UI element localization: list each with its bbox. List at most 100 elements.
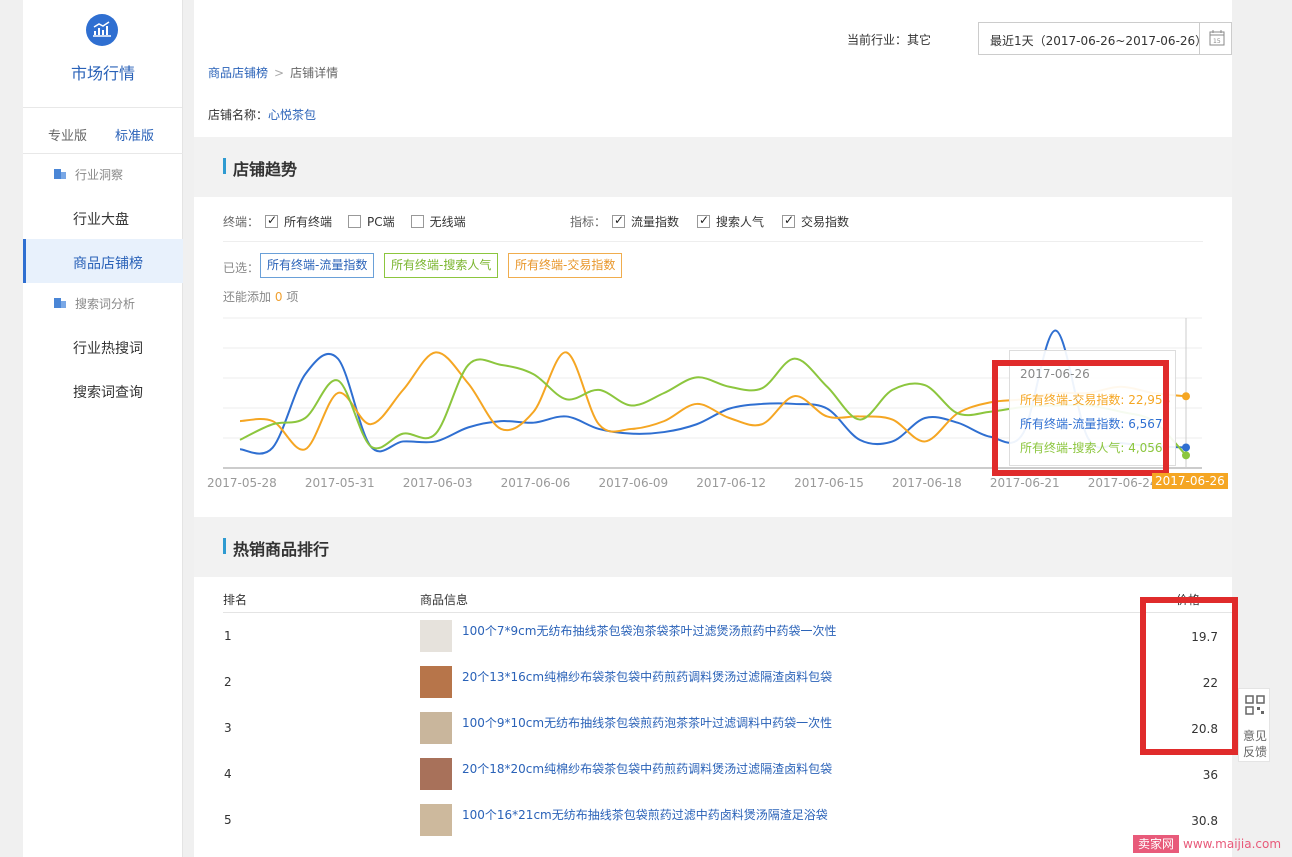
product-thumbnail[interactable] <box>420 804 452 836</box>
version-pro-tab[interactable]: 专业版 <box>48 125 87 144</box>
row-rank: 5 <box>224 813 232 827</box>
checkbox-pc[interactable] <box>348 215 362 228</box>
checkbox-mobile[interactable] <box>410 215 424 228</box>
highlight-box-tooltip <box>992 360 1169 476</box>
x-tick-label: 2017-06-09 <box>598 476 669 490</box>
selected-tag-trade[interactable]: 所有终端-交易指数 <box>508 253 623 278</box>
x-tick-label: 2017-06-06 <box>500 476 571 490</box>
sidebar-title: 市场行情 <box>70 64 135 83</box>
product-title-link[interactable]: 20个18*20cm纯棉纱布袋茶包袋中药煎药调料煲汤过滤隔渣卤料包袋 <box>462 760 832 777</box>
checkbox-traffic-index[interactable] <box>612 213 626 228</box>
feedback-line1: 意见 <box>1242 729 1267 743</box>
row-rank: 3 <box>224 721 232 735</box>
shop-name-label: 店铺名称： <box>208 108 269 122</box>
sidebar-logo-area: 市场行情 <box>23 0 182 108</box>
watermark-url: www.maijia.com <box>1183 837 1282 851</box>
checkbox-search-popularity[interactable] <box>697 213 711 228</box>
menu-group-search: 搜索词分析 <box>23 283 183 323</box>
x-tick-label: 2017-06-21 <box>989 476 1060 490</box>
trend-section-header: 店铺趋势 <box>194 137 1232 197</box>
date-range-picker[interactable]: 最近1天（2017-06-26~2017-06-26） 15 <box>978 22 1232 55</box>
menu-group-label: 搜索词分析 <box>75 297 136 311</box>
sidebar-item-label: 商品店铺榜 <box>73 256 143 272</box>
selected-tag-search[interactable]: 所有终端-搜索人气 <box>384 253 499 278</box>
product-thumbnail[interactable] <box>420 712 452 744</box>
metric-option-label: 搜索人气 <box>716 215 765 229</box>
checkbox-trade-index[interactable] <box>782 213 796 228</box>
date-range-text: 最近1天（2017-06-26~2017-06-26） <box>990 34 1208 48</box>
menu-group-label: 行业洞察 <box>75 168 124 182</box>
current-industry: 当前行业：其它 <box>847 33 932 47</box>
market-chart-icon <box>86 14 118 46</box>
sidebar-item-search-query[interactable]: 搜索词查询 <box>23 368 183 412</box>
breadcrumb: 商品店铺榜 > 店铺详情 <box>208 64 338 81</box>
x-tick-label: 2017-06-18 <box>892 476 962 490</box>
highlight-box-price <box>1140 597 1238 755</box>
metric-filter-label: 指标： <box>570 215 607 229</box>
sidebar-item-label: 行业热搜词 <box>73 341 143 357</box>
building-icon <box>54 169 66 179</box>
main-panel: 当前行业：其它 最近1天（2017-06-26~2017-06-26） 15 商… <box>194 0 1238 857</box>
series-end-point[interactable] <box>1182 392 1190 401</box>
sidebar-item-label: 行业大盘 <box>73 212 129 228</box>
selected-label: 已选： <box>223 261 260 275</box>
selected-tag-traffic[interactable]: 所有终端-流量指数 <box>260 253 375 278</box>
sidebar-item-label: 搜索词查询 <box>73 385 143 401</box>
x-tick-label: 2017-06-12 <box>696 476 767 490</box>
metric-filter: 指标： 流量指数 搜索人气 交易指数 <box>570 213 849 231</box>
version-standard-tab[interactable]: 标准版 <box>115 125 154 144</box>
col-header-product: 商品信息 <box>420 593 469 607</box>
product-thumbnail[interactable] <box>420 666 452 698</box>
terminal-option-label: 无线端 <box>429 215 466 229</box>
product-price: 36 <box>1202 768 1218 782</box>
shop-name-row: 店铺名称：心悦茶包 <box>208 106 316 123</box>
series-end-point[interactable] <box>1182 451 1190 460</box>
ranking-section-title: 热销商品排行 <box>233 540 330 559</box>
building-icon <box>54 298 66 308</box>
calendar-icon[interactable]: 15 <box>1199 23 1232 54</box>
sidebar-item-industry-overview[interactable]: 行业大盘 <box>23 195 183 239</box>
metric-option-label: 流量指数 <box>631 215 680 229</box>
breadcrumb-separator: > <box>274 66 285 80</box>
sidebar: 市场行情 专业版 标准版 行业洞察 行业大盘 商品店铺榜 搜索词分析 行业热搜词… <box>23 0 183 857</box>
metric-option-label: 交易指数 <box>801 215 850 229</box>
x-tick-label: 2017-05-31 <box>304 476 375 490</box>
series-end-point[interactable] <box>1182 443 1190 452</box>
shop-name-link[interactable]: 心悦茶包 <box>268 108 316 122</box>
trend-section-title: 店铺趋势 <box>233 160 298 179</box>
watermark-brand: 卖家网 <box>1133 835 1180 853</box>
product-title-link[interactable]: 100个9*10cm无纺布抽线茶包袋煎药泡茶茶叶过滤调料中药袋一次性 <box>462 714 832 731</box>
product-title-link[interactable]: 20个13*16cm纯棉纱布袋茶包袋中药煎药调料煲汤过滤隔渣卤料包袋 <box>462 668 832 685</box>
product-title-link[interactable]: 100个7*9cm无纺布抽线茶包袋泡茶袋茶叶过滤煲汤煎药中药袋一次性 <box>462 622 836 639</box>
terminal-filter: 终端： 所有终端 PC端 无线端 <box>223 213 466 231</box>
row-rank: 2 <box>224 675 232 689</box>
sidebar-item-hot-search[interactable]: 行业热搜词 <box>23 324 183 368</box>
terminal-filter-label: 终端： <box>223 215 260 229</box>
product-title-link[interactable]: 100个16*21cm无纺布抽线茶包袋煎药过滤中药卤料煲汤隔渣足浴袋 <box>462 806 828 823</box>
row-rank: 4 <box>224 767 232 781</box>
terminal-option-label: 所有终端 <box>284 215 333 229</box>
feedback-widget[interactable]: 意见 反馈 <box>1238 688 1270 762</box>
row-rank: 1 <box>224 629 232 643</box>
breadcrumb-parent-link[interactable]: 商品店铺榜 <box>208 66 268 80</box>
checkbox-all-terminals[interactable] <box>265 213 279 228</box>
qr-code-icon <box>1245 695 1265 715</box>
version-switch: 专业版 标准版 <box>23 108 183 154</box>
x-tick-label: 2017-06-15 <box>794 476 864 490</box>
x-tick-label: 2017-06-03 <box>402 476 473 490</box>
product-thumbnail[interactable] <box>420 758 452 790</box>
terminal-option-label: PC端 <box>367 215 395 229</box>
x-tick-label: 2017-06-26 <box>1152 473 1228 489</box>
col-header-rank: 排名 <box>223 593 248 607</box>
filter-divider <box>223 241 1203 242</box>
section-accent-bar <box>223 538 226 554</box>
breadcrumb-current: 店铺详情 <box>290 66 339 80</box>
x-tick-label: 2017-05-28 <box>207 476 277 490</box>
product-price: 30.8 <box>1191 814 1218 828</box>
section-accent-bar <box>223 158 226 174</box>
sidebar-item-shop-ranking[interactable]: 商品店铺榜 <box>23 239 183 283</box>
menu-group-industry: 行业洞察 <box>23 154 183 194</box>
product-thumbnail[interactable] <box>420 620 452 652</box>
feedback-line2: 反馈 <box>1242 745 1267 759</box>
x-tick-label: 2017-06-24 <box>1087 476 1158 490</box>
